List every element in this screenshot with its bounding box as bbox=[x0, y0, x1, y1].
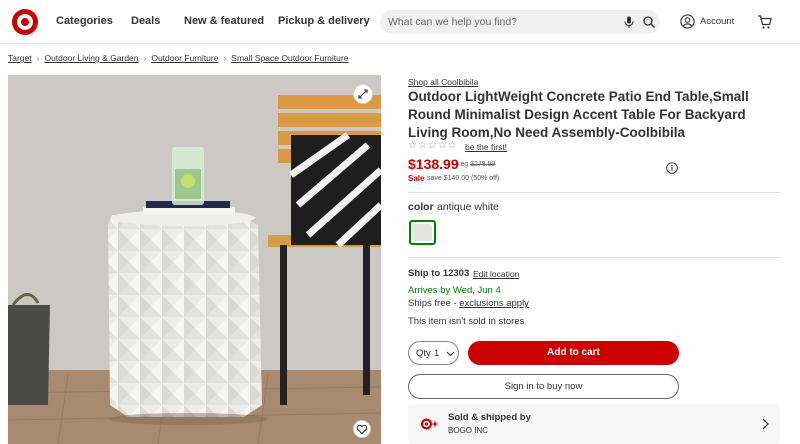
chevron-right-icon: › bbox=[223, 53, 227, 63]
seller-title: Sold & shipped by bbox=[448, 412, 531, 423]
sale-badge: Sale bbox=[408, 174, 425, 183]
color-value: antique white bbox=[437, 201, 499, 213]
favorite-button[interactable] bbox=[353, 420, 371, 438]
ships-free-text: Ships free - bbox=[408, 298, 460, 309]
microphone-icon[interactable] bbox=[622, 15, 636, 29]
top-header: Categories Deals New & featured Pickup &… bbox=[0, 0, 800, 44]
nav-deals[interactable]: Deals bbox=[131, 15, 160, 27]
swatch-fill bbox=[413, 224, 432, 241]
chevron-right-icon: › bbox=[36, 53, 40, 63]
quantity-select[interactable]: Qty 1 bbox=[408, 341, 459, 365]
shop-all-brand-link[interactable]: Shop all Coolbibila bbox=[408, 77, 478, 87]
sign-in-to-buy-button[interactable]: Sign in to buy now bbox=[408, 374, 679, 399]
star-rating[interactable]: ☆☆☆☆☆ bbox=[408, 140, 458, 151]
search-icon[interactable] bbox=[642, 15, 656, 29]
regular-price: reg $278.99 bbox=[458, 161, 495, 168]
color-swatch-antique-white[interactable] bbox=[409, 220, 436, 245]
divider bbox=[408, 192, 780, 193]
exclusions-link[interactable]: exclusions apply bbox=[459, 298, 529, 309]
regular-price-label: reg bbox=[458, 161, 469, 168]
delivery-estimate: Arrives by Wed, Jun 4 bbox=[408, 285, 501, 296]
edit-location-link[interactable]: Edit location bbox=[473, 269, 519, 279]
write-review-link[interactable]: be the first! bbox=[465, 142, 507, 152]
search-bar bbox=[380, 10, 660, 34]
ship-to-zip: Ship to 12303 bbox=[408, 268, 470, 279]
shipping-info: Ships free - exclusions apply bbox=[408, 298, 529, 309]
breadcrumb: Target › Outdoor Living & Garden › Outdoor F… bbox=[8, 53, 348, 63]
target-plus-icon bbox=[421, 418, 438, 430]
expand-image-button[interactable] bbox=[353, 84, 373, 104]
nav-new-featured[interactable]: New & featured bbox=[184, 15, 264, 27]
nav-pickup-delivery[interactable]: Pickup & delivery bbox=[278, 15, 370, 27]
cart-icon[interactable] bbox=[757, 14, 773, 30]
breadcrumb-outdoor-furniture[interactable]: Outdoor Furniture bbox=[151, 53, 218, 63]
product-image[interactable] bbox=[8, 75, 381, 444]
target-logo-icon[interactable] bbox=[12, 9, 38, 35]
info-icon[interactable] bbox=[666, 162, 678, 174]
breadcrumb-small-space[interactable]: Small Space Outdoor Furniture bbox=[231, 53, 348, 63]
chevron-down-icon bbox=[446, 351, 455, 357]
seller-name: BOGO INC bbox=[448, 426, 489, 435]
heart-icon bbox=[356, 424, 368, 435]
breadcrumb-outdoor-living[interactable]: Outdoor Living & Garden bbox=[44, 53, 138, 63]
product-title: Outdoor LightWeight Concrete Patio End T… bbox=[408, 89, 749, 140]
expand-icon bbox=[358, 89, 368, 99]
chevron-right-icon bbox=[762, 418, 769, 430]
account-label[interactable]: Account bbox=[700, 16, 734, 27]
quantity-label: Qty bbox=[416, 348, 431, 359]
seller-info-card[interactable]: Sold & shipped by BOGO INC bbox=[408, 404, 780, 444]
product-photo bbox=[8, 75, 381, 444]
chevron-right-icon: › bbox=[143, 53, 147, 63]
savings-text: save $140.00 (50% off) bbox=[427, 175, 500, 182]
search-input[interactable] bbox=[388, 14, 618, 30]
nav-categories[interactable]: Categories bbox=[56, 15, 113, 27]
quantity-value: 1 bbox=[434, 348, 440, 359]
current-price: $138.99 bbox=[408, 156, 459, 172]
store-availability: This item isn't sold in stores bbox=[408, 316, 525, 327]
regular-price-value: $278.99 bbox=[470, 161, 496, 168]
add-to-cart-button[interactable]: Add to cart bbox=[468, 341, 679, 365]
breadcrumb-target[interactable]: Target bbox=[8, 53, 32, 63]
account-icon[interactable] bbox=[680, 14, 695, 29]
color-label: color bbox=[408, 201, 434, 213]
divider bbox=[408, 257, 780, 258]
